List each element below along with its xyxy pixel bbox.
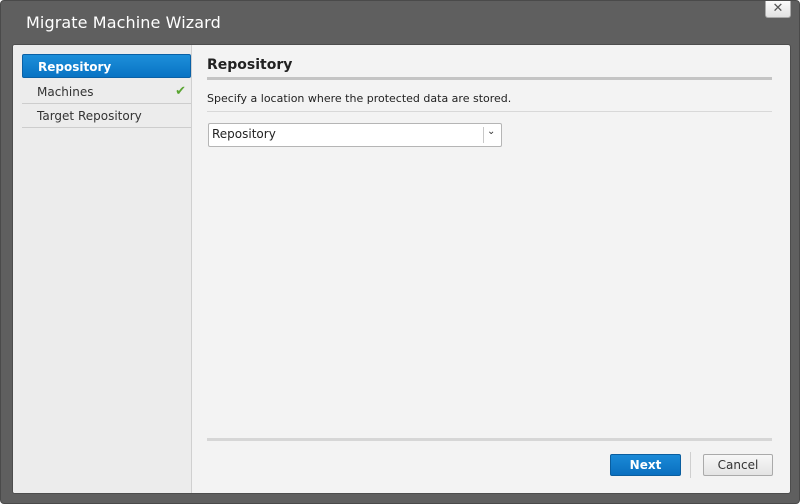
section-divider [207,77,772,80]
step-label: Target Repository [37,109,142,123]
repository-select-value: Repository [212,127,276,141]
step-label: Machines [37,85,94,99]
section-description: Specify a location where the protected d… [207,92,512,105]
section-title: Repository [207,57,293,73]
step-machines[interactable]: Machines ✔ [22,80,191,104]
chevron-down-icon[interactable]: ⌄ [487,126,495,137]
window-title: Migrate Machine Wizard [26,13,221,32]
button-separator [690,452,691,478]
select-divider [483,127,484,143]
check-icon: ✔ [175,84,186,99]
step-content: Repository Specify a location where the … [207,45,773,493]
wizard-steps-sidebar: Repository Machines ✔ Target Repository [13,45,192,493]
wizard-body: Repository Machines ✔ Target Repository … [12,44,791,494]
step-target-repository[interactable]: Target Repository [22,104,191,128]
step-label: Repository [38,60,112,74]
footer-divider [207,438,772,441]
repository-select[interactable]: Repository ⌄ [208,123,502,147]
description-divider [207,111,772,112]
step-repository[interactable]: Repository [22,54,191,78]
next-button[interactable]: Next [610,454,681,476]
close-icon[interactable]: ✕ [765,1,791,18]
cancel-button[interactable]: Cancel [703,454,773,476]
wizard-window: Migrate Machine Wizard ✕ Repository Mach… [0,0,800,504]
